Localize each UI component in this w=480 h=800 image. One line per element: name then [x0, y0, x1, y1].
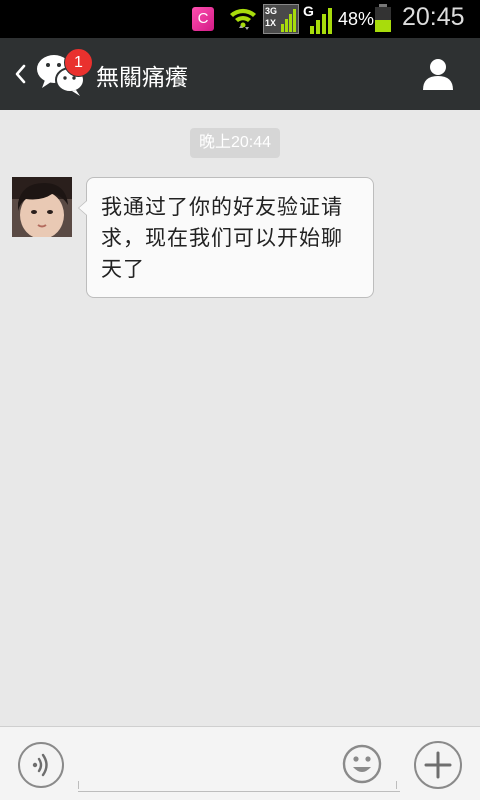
network-3g-label: 3G: [265, 6, 278, 16]
contact-name: 無關痛癢: [96, 65, 188, 91]
input-bar: [0, 726, 480, 800]
emoji-icon[interactable]: [342, 744, 382, 784]
wifi-icon: [230, 8, 256, 30]
unread-badge: 1: [64, 48, 93, 77]
voice-icon: [32, 753, 48, 777]
plus-icon: [424, 751, 452, 779]
plus-button[interactable]: [414, 741, 462, 789]
status-bar: C 3G 1X G 48% 20:45: [0, 0, 480, 38]
back-icon[interactable]: [10, 60, 32, 88]
mobile-data-indicator: 3G 1X: [263, 4, 299, 34]
input-edge-right: [396, 781, 397, 789]
voice-button[interactable]: [18, 742, 64, 788]
battery-icon: [375, 4, 391, 32]
contact-avatar[interactable]: [12, 177, 72, 237]
battery-percent: 48%: [338, 9, 375, 29]
signal-strength-icon: [310, 8, 332, 34]
network-1x-label: 1X: [265, 18, 277, 28]
chat-header: 1 無關痛癢: [0, 38, 480, 110]
message-timestamp: 晚上20:44: [190, 128, 281, 158]
message-text: 我通过了你的好友验证请求，现在我们可以开始聊天了: [101, 195, 343, 281]
app-notification-icon: C: [192, 7, 214, 31]
clock: 20:45: [402, 3, 465, 31]
avatar-image: [12, 177, 72, 237]
message-bubble[interactable]: 我通过了你的好友验证请求，现在我们可以开始聊天了: [78, 177, 374, 298]
profile-icon[interactable]: [420, 56, 456, 92]
signal-bars-small-icon: [281, 9, 296, 32]
input-edge-left: [78, 781, 79, 789]
bubble-tail: [78, 200, 87, 216]
